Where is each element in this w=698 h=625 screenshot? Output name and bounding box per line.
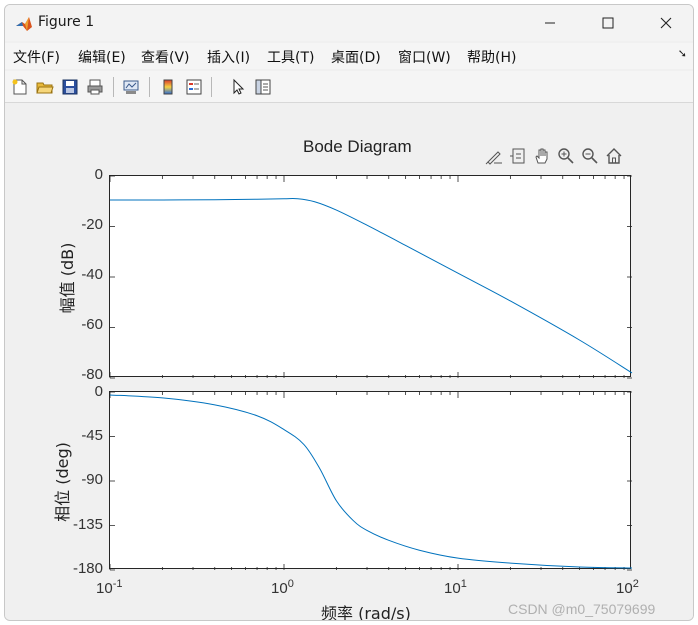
xtick-label: 10-1	[96, 578, 123, 597]
data-tips-icon[interactable]	[507, 145, 529, 167]
phase-ylabel: 相位 (deg)	[53, 442, 72, 522]
new-figure-icon[interactable]	[9, 76, 31, 98]
print-icon[interactable]	[84, 76, 106, 98]
magnitude-ylabel: 幅值 (dB)	[58, 242, 77, 314]
figure-canvas[interactable]: Bode Diagram 0 -20 -40 -60 -80 幅值 (dB) 0…	[5, 104, 693, 621]
phase-plot	[109, 391, 633, 571]
menu-tools[interactable]: 工具(T)	[267, 47, 314, 67]
title-bar[interactable]: Figure 1	[5, 5, 693, 41]
menu-edit[interactable]: 编辑(E)	[78, 47, 126, 67]
pan-hand-icon[interactable]	[531, 145, 553, 167]
menu-bar: 文件(F) 编辑(E) 查看(V) 插入(I) 工具(T) 桌面(D) 窗口(W…	[5, 43, 693, 69]
pointer-icon[interactable]	[227, 76, 249, 98]
minimize-button[interactable]	[521, 5, 579, 41]
magnitude-axes[interactable]	[109, 175, 633, 379]
zoom-out-icon[interactable]	[579, 145, 601, 167]
open-file-icon[interactable]	[34, 76, 56, 98]
magnitude-ytick: -80	[81, 366, 103, 383]
menu-file[interactable]: 文件(F)	[13, 47, 60, 67]
maximize-button[interactable]	[579, 5, 637, 41]
close-button[interactable]	[637, 5, 693, 41]
phase-ytick: 0	[94, 383, 103, 400]
plot-title: Bode Diagram	[303, 137, 412, 156]
phase-axes[interactable]	[109, 391, 633, 571]
series-line	[109, 197, 633, 374]
figure-toolbar	[5, 71, 693, 103]
window-title: Figure 1	[38, 14, 95, 30]
axes-toolbar	[483, 145, 625, 167]
toolbar-separator	[113, 77, 114, 97]
brush-icon[interactable]	[483, 145, 505, 167]
colorbar-icon[interactable]	[157, 76, 179, 98]
menu-overflow-icon[interactable]: ➘	[678, 47, 687, 60]
magnitude-ytick: 0	[94, 166, 103, 183]
phase-ytick: -180	[72, 560, 103, 577]
toolbar-separator	[211, 77, 212, 97]
xtick-label: 101	[444, 578, 467, 597]
menu-help[interactable]: 帮助(H)	[467, 47, 516, 67]
menu-view[interactable]: 查看(V)	[141, 47, 190, 67]
menu-insert[interactable]: 插入(I)	[207, 47, 250, 67]
home-icon[interactable]	[603, 145, 625, 167]
x-axis-label: 频率 (rad/s)	[321, 604, 411, 621]
legend-icon[interactable]	[183, 76, 205, 98]
property-inspector-icon[interactable]	[252, 76, 274, 98]
series-line	[109, 394, 633, 569]
xtick-label: 102	[616, 578, 639, 597]
menu-window[interactable]: 窗口(W)	[398, 47, 451, 67]
menu-desktop[interactable]: 桌面(D)	[331, 47, 381, 67]
zoom-in-icon[interactable]	[555, 145, 577, 167]
magnitude-plot	[109, 175, 633, 379]
toolbar-separator	[149, 77, 150, 97]
figure-window: Figure 1 文件(F) 编辑(E) 查看(V) 插入(I) 工具(T) 桌…	[4, 4, 694, 621]
xtick-label: 100	[271, 578, 294, 597]
matlab-logo-icon	[15, 15, 33, 33]
save-icon[interactable]	[59, 76, 81, 98]
link-plot-icon[interactable]	[120, 76, 142, 98]
watermark: CSDN @m0_75079699	[508, 601, 656, 617]
